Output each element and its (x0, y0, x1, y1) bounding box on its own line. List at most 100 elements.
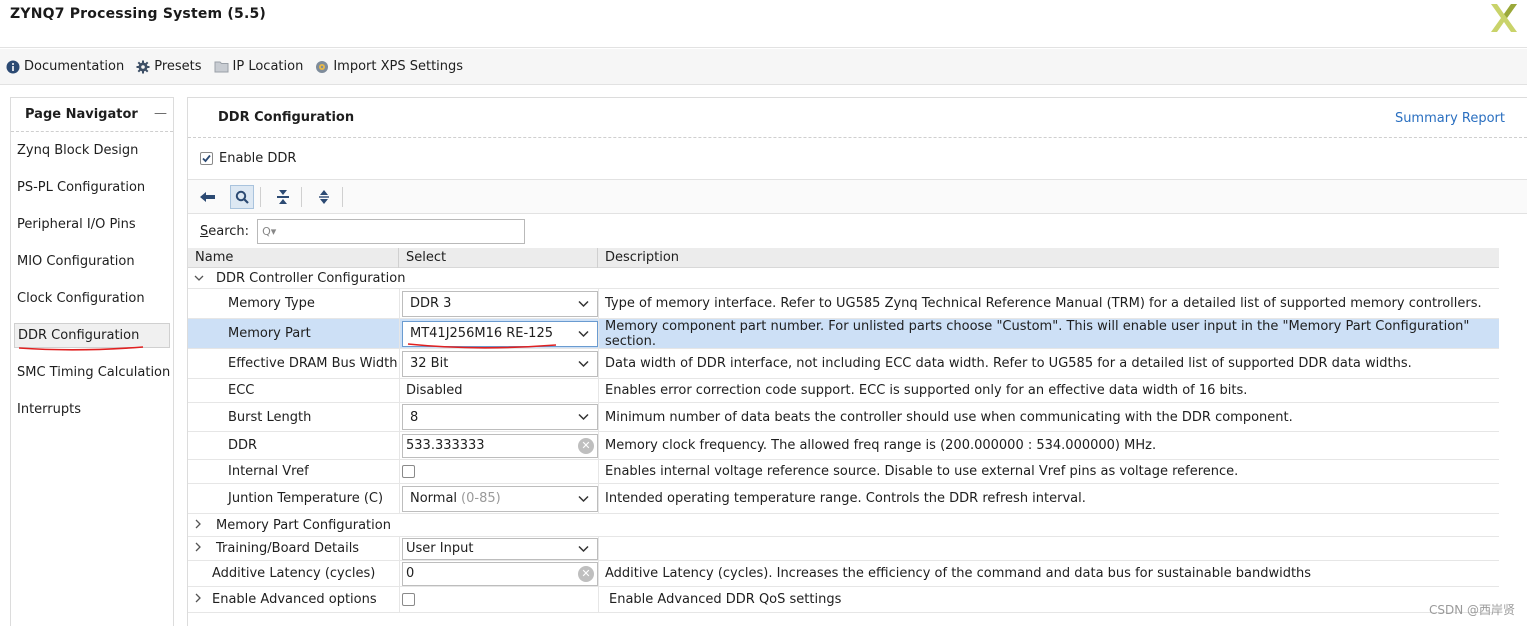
row-description: Memory clock frequency. The allowed freq… (598, 432, 1499, 459)
expand-all-icon (319, 189, 329, 204)
tree-toolbar (188, 180, 1527, 214)
table-header: Name Select Description (188, 247, 1499, 268)
minimize-button[interactable]: — (154, 106, 167, 121)
column-header-description: Description (605, 250, 680, 265)
collapse-all-icon (277, 189, 289, 204)
chevron-right-icon[interactable] (194, 593, 202, 606)
nav-item-smc-timing-calculation[interactable]: SMC Timing Calculation (11, 354, 173, 391)
nav-item-ddr-configuration[interactable]: DDR Configuration (11, 317, 173, 354)
row-name: Additive Latency (cycles) (212, 566, 376, 581)
top-toolbar: Documentation Presets IP Location Import… (0, 49, 1527, 85)
dropdown-value: 32 Bit (410, 356, 449, 371)
checkmark-icon (202, 154, 211, 163)
enable-ddr-checkbox[interactable] (200, 152, 213, 165)
page-navigator-header: Page Navigator — (11, 98, 173, 132)
group-row-ddr-controller[interactable]: DDR Controller Configuration (188, 268, 1499, 289)
nav-item-label: DDR Configuration (18, 328, 140, 343)
group-label: DDR Controller Configuration (216, 270, 406, 286)
table-row-internal-vref: Internal Vref Enables internal voltage r… (188, 460, 1499, 484)
nav-item-ps-pl-configuration[interactable]: PS-PL Configuration (11, 169, 173, 206)
table-row-memory-type: Memory Type DDR 3 Type of memory interfa… (188, 289, 1499, 319)
info-icon (6, 60, 20, 74)
memory-type-dropdown[interactable]: DDR 3 (402, 290, 598, 317)
chevron-down-icon[interactable] (194, 272, 204, 285)
row-description: Additive Latency (cycles). Increases the… (598, 561, 1499, 586)
collapse-all-button[interactable] (271, 185, 295, 209)
search-input[interactable]: Q▾ (257, 218, 526, 244)
nav-item-label: Clock Configuration (17, 291, 145, 306)
memory-part-dropdown[interactable]: MT41J256M16 RE-125 (402, 320, 598, 349)
toolbar-separator (260, 186, 261, 207)
row-name: Memory Type (228, 296, 315, 311)
table-row-bus-width: Effective DRAM Bus Width 32 Bit Data wid… (188, 349, 1499, 379)
row-description: Enables error correction code support. E… (598, 379, 1499, 402)
burst-length-dropdown[interactable]: 8 (402, 404, 598, 430)
dropdown-value: Normal (410, 491, 458, 506)
nav-item-peripheral-io-pins[interactable]: Peripheral I/O Pins (11, 206, 173, 243)
chevron-right-icon[interactable] (194, 519, 202, 532)
row-description: Type of memory interface. Refer to UG585… (598, 289, 1499, 318)
chevron-down-icon (578, 300, 589, 307)
documentation-button[interactable]: Documentation (6, 59, 124, 74)
row-description: Minimum number of data beats the control… (598, 403, 1499, 431)
enable-advanced-checkbox[interactable] (402, 593, 415, 606)
nav-item-zynq-block-design[interactable]: Zynq Block Design (11, 132, 173, 169)
dropdown-value: User Input (406, 541, 474, 556)
table-row-burst-length: Burst Length 8 Minimum number of data be… (188, 403, 1499, 432)
row-name: Burst Length (228, 409, 312, 425)
search-filter-icon: Q▾ (262, 224, 277, 238)
training-board-dropdown[interactable]: User Input (402, 537, 598, 560)
expand-all-button[interactable] (312, 185, 336, 209)
ddr-frequency-input[interactable]: 533.333333 ✕ (402, 433, 598, 458)
page-navigator-panel: Page Navigator — Zynq Block Design PS-PL… (10, 97, 174, 626)
chevron-right-icon[interactable] (194, 542, 202, 555)
internal-vref-checkbox[interactable] (402, 465, 415, 478)
summary-report-link[interactable]: Summary Report (1395, 111, 1505, 126)
ddr-configuration-panel: DDR Configuration Summary Report Enable … (187, 97, 1527, 626)
presets-button[interactable]: Presets (136, 59, 202, 74)
ddr-configuration-header: DDR Configuration Summary Report (188, 98, 1527, 138)
table-row-ddr-frequency: DDR 533.333333 ✕ Memory clock frequency.… (188, 432, 1499, 460)
row-description: Data width of DDR interface, not includi… (598, 349, 1499, 378)
ip-location-button[interactable]: IP Location (214, 59, 303, 74)
group-row-memory-part-configuration[interactable]: Memory Part Configuration (188, 514, 1499, 537)
row-name: DDR (228, 438, 258, 453)
search-toggle-button[interactable] (230, 184, 254, 209)
back-button[interactable] (196, 185, 220, 209)
presets-label: Presets (154, 59, 202, 74)
row-name: ECC (228, 383, 255, 398)
group-label: Memory Part Configuration (216, 517, 391, 533)
bus-width-dropdown[interactable]: 32 Bit (402, 350, 598, 377)
back-arrow-icon (200, 191, 215, 202)
clear-icon[interactable]: ✕ (578, 437, 594, 454)
dropdown-value: 8 (410, 409, 419, 425)
import-xps-button[interactable]: Import XPS Settings (315, 59, 463, 74)
clear-icon[interactable]: ✕ (578, 565, 594, 582)
xilinx-logo-icon (1491, 4, 1517, 32)
import-xps-label: Import XPS Settings (333, 59, 464, 74)
gear-icon (136, 60, 150, 74)
nav-item-mio-configuration[interactable]: MIO Configuration (11, 243, 173, 280)
junction-temperature-dropdown[interactable]: Normal (0-85) (402, 485, 598, 512)
enable-ddr-row: Enable DDR (188, 138, 1527, 180)
window-title: ZYNQ7 Processing System (5.5) (10, 6, 267, 22)
group-label: Training/Board Details (216, 541, 360, 556)
ddr-config-table: Name Select Description DDR Controller C… (188, 247, 1499, 613)
chevron-down-icon (578, 413, 589, 421)
table-row-junction-temperature: Juntion Temperature (C) Normal (0-85) In… (188, 484, 1499, 514)
search-row: Search: Q▾ (188, 214, 1527, 248)
row-name: Enable Advanced options (212, 592, 377, 607)
red-underline-annotation (18, 346, 144, 351)
dropdown-value: DDR 3 (410, 296, 452, 311)
nav-item-label: PS-PL Configuration (17, 180, 146, 195)
group-row-training-board-details: Training/Board Details User Input (188, 537, 1499, 561)
row-name: Internal Vref (228, 464, 309, 479)
input-value: 0 (406, 566, 415, 581)
watermark: CSDN @西岸贤 (1428, 603, 1515, 617)
row-description: Enable Advanced DDR QoS settings (598, 587, 1499, 612)
nav-item-clock-configuration[interactable]: Clock Configuration (11, 280, 173, 317)
additive-latency-input[interactable]: 0 ✕ (402, 561, 598, 586)
search-label: Search: (200, 223, 250, 239)
row-name: Effective DRAM Bus Width (228, 356, 398, 371)
nav-item-interrupts[interactable]: Interrupts (11, 391, 173, 428)
